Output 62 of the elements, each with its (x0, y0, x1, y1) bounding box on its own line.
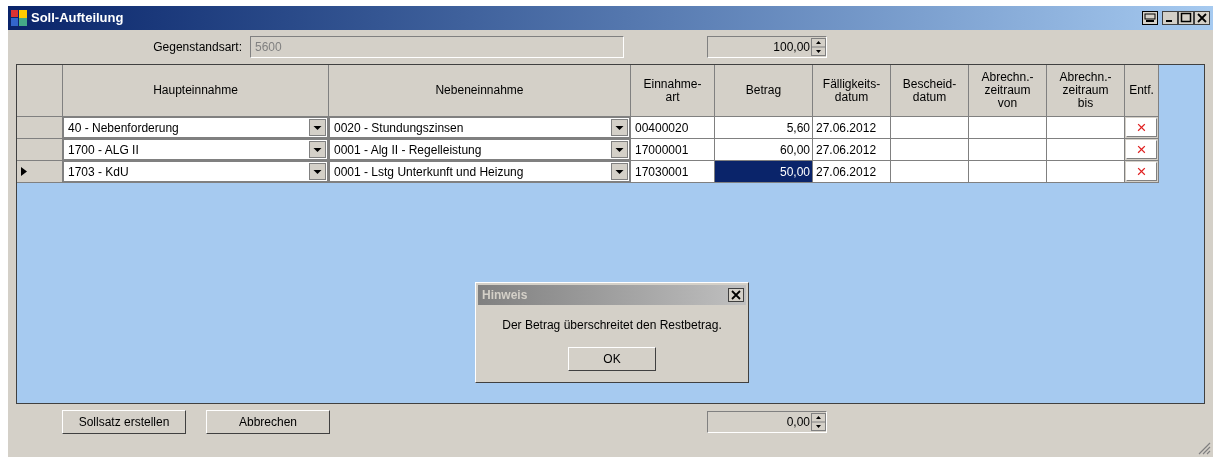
dialog-title: Hinweis (482, 287, 529, 304)
combo-box[interactable]: 0020 - Stundungszinsen (329, 117, 630, 138)
combo-value: 0001 - Lstg Unterkunft und Heizung (334, 163, 525, 181)
column-header[interactable]: Bescheid-datum (891, 65, 969, 117)
minimize-icon[interactable] (1162, 11, 1178, 25)
table-cell: 17000001 (631, 139, 715, 161)
table-cell[interactable]: 5,60 (715, 117, 813, 139)
table-cell: 27.06.2012 (813, 161, 891, 183)
delete-button[interactable]: × (1126, 118, 1157, 137)
table-cell[interactable]: 50,00 (715, 161, 813, 183)
numeric-spinner[interactable]: 0,00 (707, 411, 827, 433)
dropdown-caret-icon[interactable] (611, 163, 628, 180)
combo-value: 0020 - Stundungszinsen (334, 119, 465, 137)
cancel-button[interactable]: Abbrechen (206, 410, 330, 434)
dialog-message: Der Betrag überschreitet den Restbetrag. (501, 317, 723, 334)
spinner-value: 0,00 (785, 414, 810, 431)
app-icon (11, 10, 27, 26)
table-cell[interactable]: 60,00 (715, 139, 813, 161)
maximize-icon[interactable] (1178, 11, 1194, 25)
table-cell: 27.06.2012 (813, 139, 891, 161)
combo-box[interactable]: 0001 - Alg II - Regelleistung (329, 139, 630, 160)
window-title: Soll-Aufteilung (31, 9, 125, 28)
combo-value: 40 - Nebenforderung (68, 119, 180, 137)
column-header[interactable]: Nebeneinnahme (329, 65, 631, 117)
table-cell: 17030001 (631, 161, 715, 183)
combo-value: 1700 - ALG II (68, 141, 140, 159)
column-header[interactable]: Abrechn.-zeitraum bis (1047, 65, 1125, 117)
combo-value: 0001 - Alg II - Regelleistung (334, 141, 483, 159)
printer-icon[interactable] (1142, 11, 1158, 25)
delete-button[interactable]: × (1126, 162, 1157, 181)
dropdown-caret-icon[interactable] (309, 119, 326, 136)
close-icon[interactable] (728, 288, 744, 302)
combo-box[interactable]: 40 - Nebenforderung (63, 117, 328, 138)
spinner-value: 100,00 (772, 39, 810, 56)
dropdown-caret-icon[interactable] (611, 141, 628, 158)
row-header[interactable] (17, 161, 63, 183)
ok-button[interactable]: OK (568, 347, 656, 371)
combo-box[interactable]: 0001 - Lstg Unterkunft und Heizung (329, 161, 630, 182)
resize-grip-icon[interactable] (1197, 441, 1211, 455)
dropdown-caret-icon[interactable] (611, 119, 628, 136)
field-label: Gegenstandsart: (152, 39, 243, 56)
close-icon[interactable] (1194, 11, 1210, 25)
spin-arrows-icon[interactable] (811, 413, 826, 431)
column-header[interactable]: Abrechn.-zeitraum von (969, 65, 1047, 117)
combo-value: 1703 - KdU (68, 163, 130, 181)
create-button[interactable]: Sollsatz erstellen (62, 410, 186, 434)
delete-button[interactable]: × (1126, 140, 1157, 159)
combo-box[interactable]: 1703 - KdU (63, 161, 328, 182)
column-header[interactable]: Einnahme-art (631, 65, 715, 117)
column-header[interactable]: Fälligkeits-datum (813, 65, 891, 117)
spin-arrows-icon[interactable] (811, 38, 826, 56)
dropdown-caret-icon[interactable] (309, 141, 326, 158)
numeric-spinner[interactable]: 100,00 (707, 36, 827, 58)
column-header[interactable] (17, 65, 63, 117)
dropdown-caret-icon[interactable] (309, 163, 326, 180)
column-header[interactable]: Betrag (715, 65, 813, 117)
table-cell: 27.06.2012 (813, 117, 891, 139)
table-cell: 00400020 (631, 117, 715, 139)
column-header[interactable]: Entf. (1125, 65, 1159, 117)
combo-box[interactable]: 1700 - ALG II (63, 139, 328, 160)
column-header[interactable]: Haupteinnahme (63, 65, 329, 117)
current-row-icon (21, 167, 27, 176)
